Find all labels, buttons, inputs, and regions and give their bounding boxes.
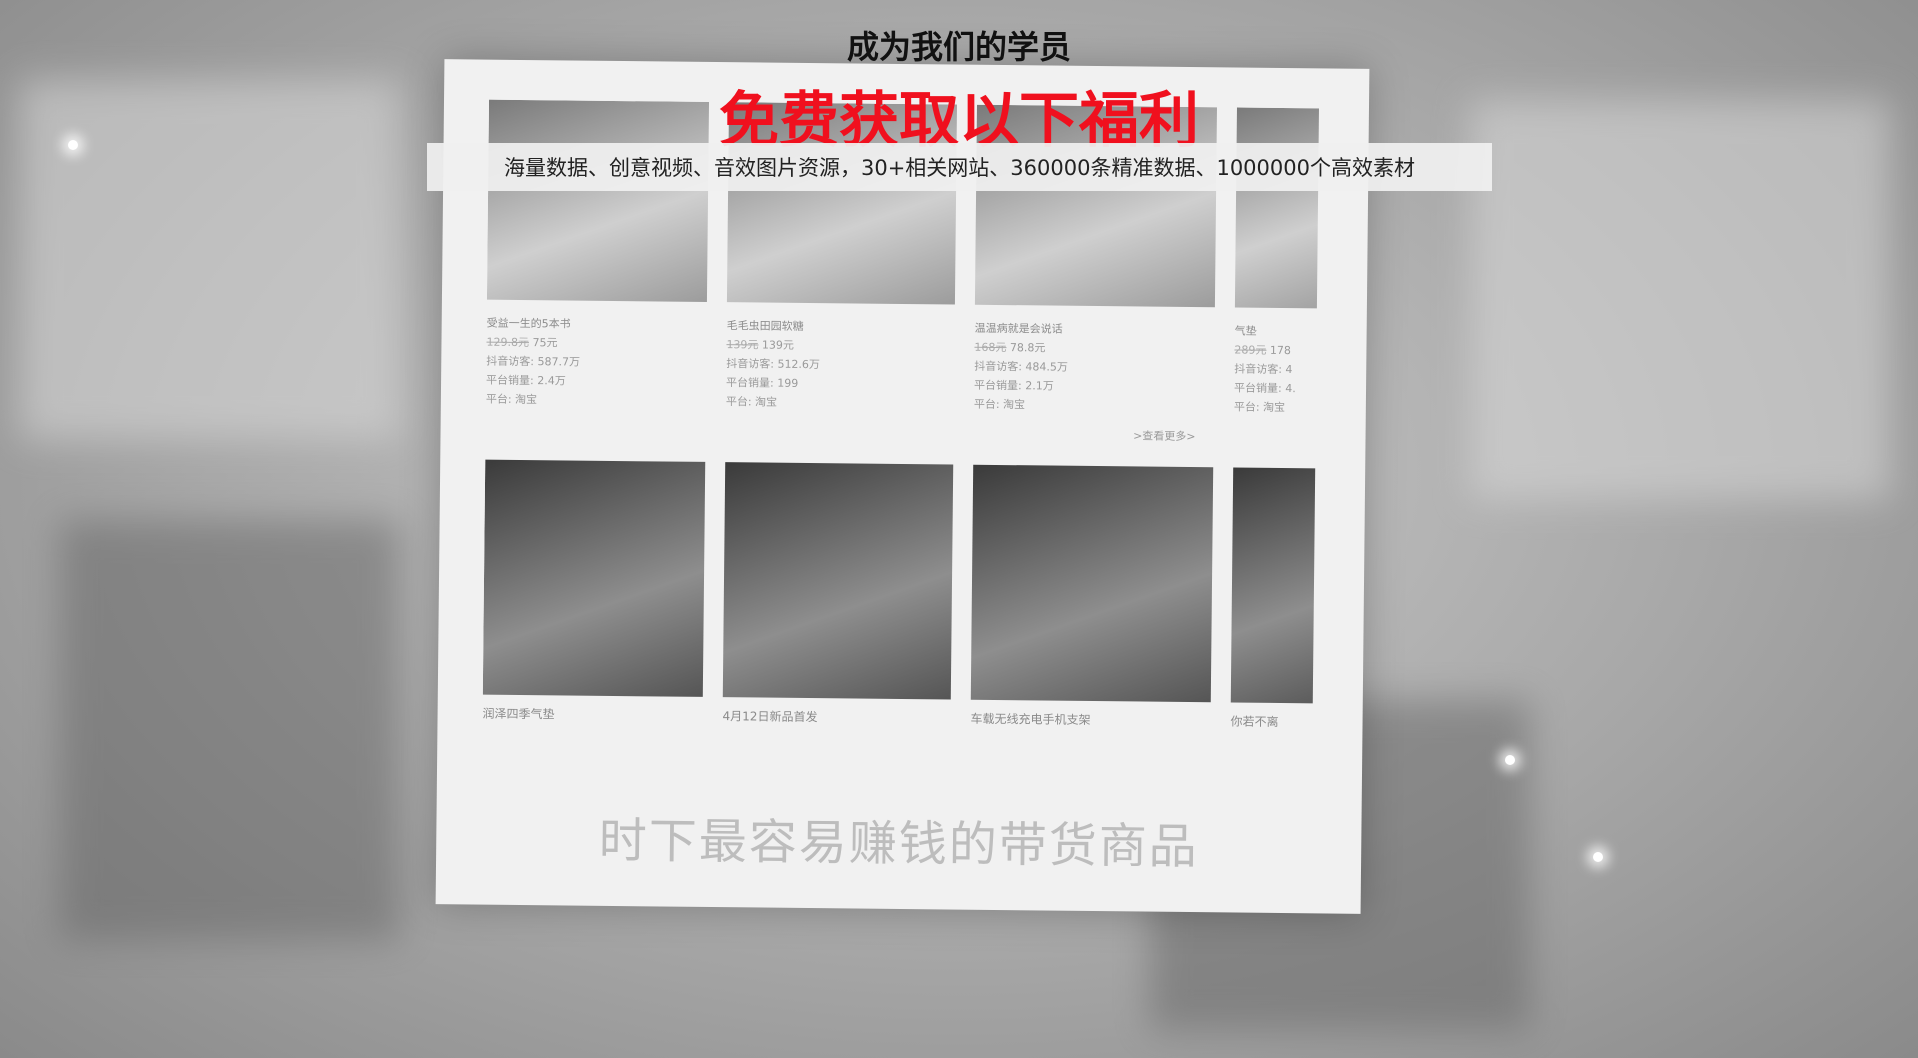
product-sales: 平台销量: 2.1万 (973, 378, 1054, 393)
product-platform: 平台: 淘宝 (725, 395, 778, 409)
view-more-link[interactable]: >查看更多> (1133, 427, 1196, 444)
product-price: 129.8元 75元 (486, 335, 558, 350)
page-title: 成为我们的学员 (846, 28, 1071, 66)
background-blur-bottom-left (60, 520, 400, 940)
product-caption: 你若不离 (1230, 714, 1279, 729)
product-views: 抖音访客: 512.6万 (726, 357, 821, 372)
product-name: 受益一生的5本书 (486, 316, 571, 331)
sparkle-decoration (1593, 852, 1603, 862)
product-card[interactable]: 你若不离 (1230, 467, 1319, 758)
product-meta: 气垫 289元 178 抖音访客: 4 平台销量: 4. 平台: 淘宝 (1234, 321, 1319, 417)
product-price: 289元 178 (1234, 343, 1292, 358)
product-meta: 温温病就是会说话 168元 78.8元 抖音访客: 484.5万 平台销量: 2… (974, 319, 1215, 417)
product-thumbnail (1230, 467, 1319, 704)
product-sales: 平台销量: 4. (1233, 381, 1296, 396)
product-meta: 受益一生的5本书 129.8元 75元 抖音访客: 587.7万 平台销量: 2… (486, 314, 707, 411)
product-name: 毛毛虫田园软糖 (726, 319, 804, 333)
benefits-description: 海量数据、创意视频、音效图片资源，30+相关网站、360000条精准数据、100… (427, 143, 1492, 191)
product-platform: 平台: 淘宝 (1233, 400, 1286, 415)
product-price: 168元 78.8元 (974, 340, 1046, 355)
product-views: 抖音访客: 484.5万 (974, 359, 1069, 374)
product-price: 139元 139元 (726, 338, 795, 352)
product-views: 抖音访客: 4 (1234, 362, 1293, 377)
product-caption: 4月12日新品首发 (722, 709, 818, 725)
product-card[interactable]: 润泽四季气垫 (482, 459, 706, 752)
product-sales: 平台销量: 199 (726, 376, 799, 390)
product-grid: 受益一生的5本书 129.8元 75元 抖音访客: 587.7万 平台销量: 2… (482, 99, 1319, 809)
product-caption: 车载无线充电手机支架 (970, 711, 1091, 727)
product-meta: 毛毛虫田园软糖 139元 139元 抖音访客: 512.6万 平台销量: 199… (726, 316, 955, 413)
sparkle-decoration (1505, 755, 1515, 765)
product-views: 抖音访客: 587.7万 (486, 354, 581, 369)
product-thumbnail (482, 459, 706, 697)
product-sales: 平台销量: 2.4万 (486, 373, 566, 388)
product-thumbnail (722, 462, 954, 700)
product-name: 气垫 (1234, 324, 1257, 338)
collage-banner: 时下最容易赚钱的带货商品 (598, 812, 1200, 876)
product-name: 温温病就是会说话 (974, 321, 1063, 336)
product-thumbnail (970, 464, 1214, 703)
product-card[interactable]: 4月12日新品首发 (722, 462, 954, 754)
product-platform: 平台: 淘宝 (973, 397, 1026, 412)
benefits-text: 海量数据、创意视频、音效图片资源，30+相关网站、360000条精准数据、100… (503, 156, 1415, 180)
product-caption: 润泽四季气垫 (482, 706, 555, 722)
product-platform: 平台: 淘宝 (485, 392, 538, 407)
background-blur-right (1470, 100, 1890, 500)
product-card[interactable]: 车载无线充电手机支架 (970, 464, 1214, 757)
